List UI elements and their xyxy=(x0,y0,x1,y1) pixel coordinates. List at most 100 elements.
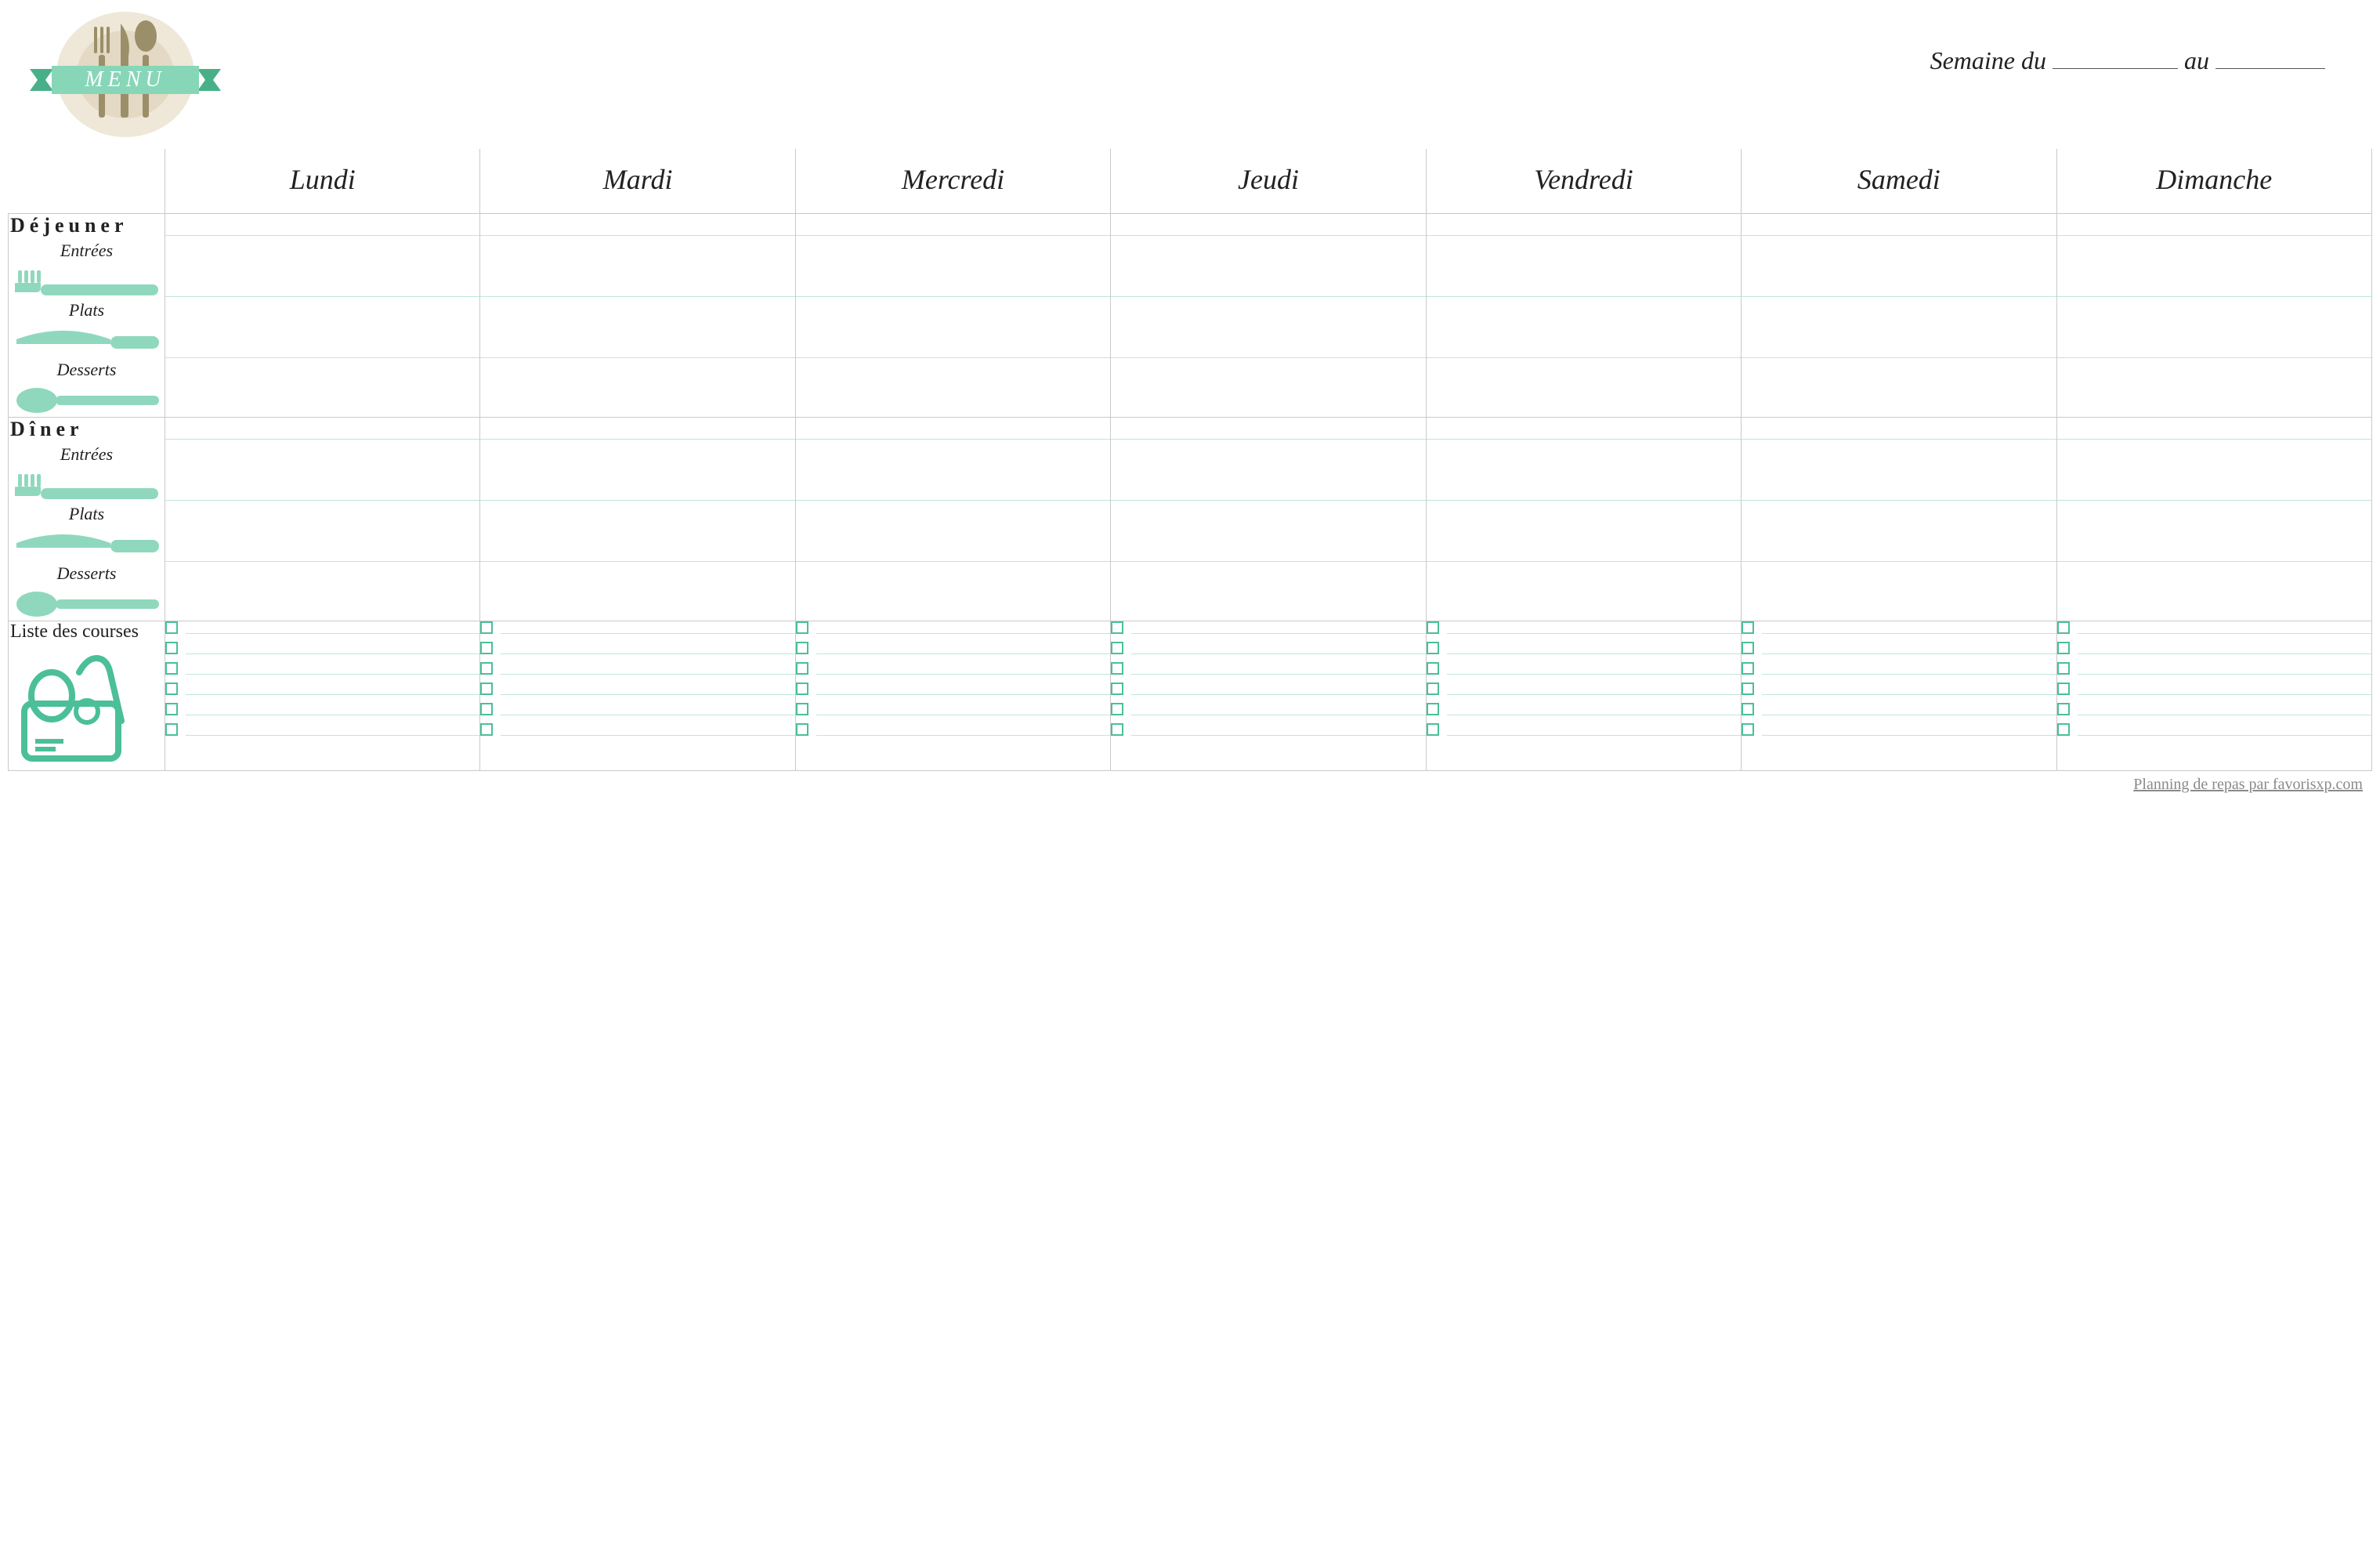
entry-line[interactable] xyxy=(1111,275,1425,297)
entry-line[interactable] xyxy=(1742,418,2056,440)
meal-cell[interactable] xyxy=(480,418,795,621)
shopping-item-row[interactable] xyxy=(1742,621,2056,634)
shopping-item-row[interactable] xyxy=(1111,642,1425,654)
entry-line[interactable] xyxy=(1427,275,1741,297)
shopping-line[interactable] xyxy=(2078,662,2371,675)
checkbox-icon[interactable] xyxy=(2057,682,2070,695)
shopping-line[interactable] xyxy=(501,642,794,654)
entry-line[interactable] xyxy=(796,275,1110,297)
shopping-line[interactable] xyxy=(1447,703,1741,715)
shopping-item-row[interactable] xyxy=(796,621,1110,634)
shopping-line[interactable] xyxy=(816,703,1110,715)
checkbox-icon[interactable] xyxy=(480,682,493,695)
shopping-line[interactable] xyxy=(501,621,794,634)
shopping-line[interactable] xyxy=(2078,642,2371,654)
meal-cell[interactable] xyxy=(1426,418,1741,621)
entry-line[interactable] xyxy=(796,418,1110,440)
shopping-item-row[interactable] xyxy=(1427,723,1741,736)
meal-cell[interactable] xyxy=(165,418,480,621)
checkbox-icon[interactable] xyxy=(165,723,178,736)
meal-cell[interactable] xyxy=(165,214,480,418)
meal-cell[interactable] xyxy=(1426,214,1741,418)
shopping-item-row[interactable] xyxy=(480,642,794,654)
shopping-cell[interactable] xyxy=(165,621,480,771)
shopping-line[interactable] xyxy=(186,662,479,675)
entry-line[interactable] xyxy=(480,540,794,562)
meal-cell[interactable] xyxy=(480,214,795,418)
meal-cell[interactable] xyxy=(795,214,1110,418)
checkbox-icon[interactable] xyxy=(1111,662,1123,675)
shopping-line[interactable] xyxy=(501,703,794,715)
shopping-line[interactable] xyxy=(186,682,479,695)
shopping-item-row[interactable] xyxy=(1427,703,1741,715)
week-start-blank[interactable] xyxy=(2053,39,2178,69)
entry-line[interactable] xyxy=(480,336,794,358)
shopping-item-row[interactable] xyxy=(480,703,794,715)
shopping-line[interactable] xyxy=(2078,703,2371,715)
checkbox-icon[interactable] xyxy=(480,662,493,675)
checkbox-icon[interactable] xyxy=(1427,682,1439,695)
checkbox-icon[interactable] xyxy=(1111,723,1123,736)
shopping-item-row[interactable] xyxy=(2057,682,2371,695)
shopping-line[interactable] xyxy=(2078,621,2371,634)
checkbox-icon[interactable] xyxy=(2057,723,2070,736)
checkbox-icon[interactable] xyxy=(165,662,178,675)
shopping-line[interactable] xyxy=(186,642,479,654)
entry-line[interactable] xyxy=(165,479,479,501)
shopping-cell[interactable] xyxy=(1111,621,1426,771)
checkbox-icon[interactable] xyxy=(1111,703,1123,715)
shopping-item-row[interactable] xyxy=(1427,682,1741,695)
shopping-line[interactable] xyxy=(1762,682,2056,695)
entry-line[interactable] xyxy=(1111,214,1425,236)
checkbox-icon[interactable] xyxy=(1111,621,1123,634)
entry-line[interactable] xyxy=(1742,479,2056,501)
checkbox-icon[interactable] xyxy=(165,682,178,695)
shopping-item-row[interactable] xyxy=(165,682,479,695)
shopping-item-row[interactable] xyxy=(165,662,479,675)
entry-line[interactable] xyxy=(2057,479,2371,501)
shopping-line[interactable] xyxy=(816,642,1110,654)
shopping-item-row[interactable] xyxy=(1111,723,1425,736)
shopping-line[interactable] xyxy=(1447,662,1741,675)
checkbox-icon[interactable] xyxy=(1427,662,1439,675)
entry-line[interactable] xyxy=(1742,336,2056,358)
shopping-line[interactable] xyxy=(1131,703,1425,715)
shopping-line[interactable] xyxy=(1762,723,2056,736)
checkbox-icon[interactable] xyxy=(796,723,808,736)
shopping-line[interactable] xyxy=(1762,703,2056,715)
shopping-item-row[interactable] xyxy=(165,723,479,736)
shopping-line[interactable] xyxy=(816,621,1110,634)
entry-line[interactable] xyxy=(2057,336,2371,358)
meal-cell[interactable] xyxy=(1111,214,1426,418)
meal-cell[interactable] xyxy=(1111,418,1426,621)
entry-line[interactable] xyxy=(1111,540,1425,562)
shopping-line[interactable] xyxy=(1762,642,2056,654)
checkbox-icon[interactable] xyxy=(480,642,493,654)
entry-line[interactable] xyxy=(1111,336,1425,358)
shopping-item-row[interactable] xyxy=(165,703,479,715)
checkbox-icon[interactable] xyxy=(1427,621,1439,634)
shopping-line[interactable] xyxy=(501,662,794,675)
shopping-item-row[interactable] xyxy=(2057,662,2371,675)
checkbox-icon[interactable] xyxy=(2057,642,2070,654)
entry-line[interactable] xyxy=(796,479,1110,501)
shopping-cell[interactable] xyxy=(1742,621,2056,771)
shopping-line[interactable] xyxy=(816,723,1110,736)
meal-cell[interactable] xyxy=(1742,418,2056,621)
checkbox-icon[interactable] xyxy=(2057,703,2070,715)
shopping-line[interactable] xyxy=(186,621,479,634)
entry-line[interactable] xyxy=(1742,540,2056,562)
entry-line[interactable] xyxy=(480,275,794,297)
entry-line[interactable] xyxy=(165,336,479,358)
shopping-line[interactable] xyxy=(1447,642,1741,654)
shopping-item-row[interactable] xyxy=(165,621,479,634)
checkbox-icon[interactable] xyxy=(165,703,178,715)
shopping-line[interactable] xyxy=(501,723,794,736)
entry-line[interactable] xyxy=(1742,275,2056,297)
checkbox-icon[interactable] xyxy=(1742,642,1754,654)
meal-cell[interactable] xyxy=(1742,214,2056,418)
entry-line[interactable] xyxy=(796,214,1110,236)
shopping-item-row[interactable] xyxy=(165,642,479,654)
shopping-cell[interactable] xyxy=(2056,621,2371,771)
entry-line[interactable] xyxy=(165,540,479,562)
